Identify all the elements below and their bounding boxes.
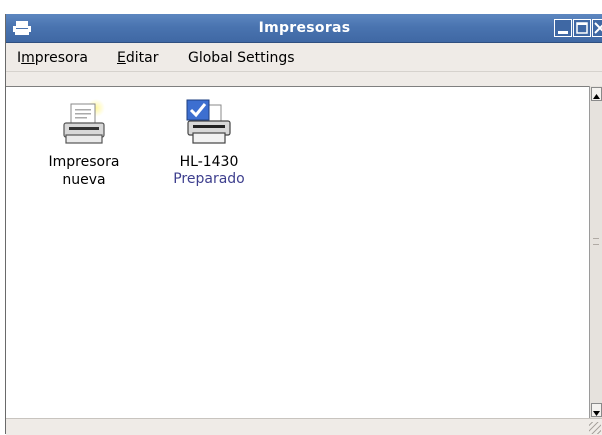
menu-bar: Impresora Editar Global Settings (6, 43, 602, 72)
minimize-button[interactable] (554, 19, 572, 37)
printer-item-new[interactable]: Impresora nueva (29, 99, 139, 189)
window-title: Impresoras (258, 20, 351, 36)
printer-icon-view[interactable]: Impresora nueva HL-1430 Preparado (6, 86, 589, 419)
resize-grip-icon[interactable] (589, 422, 601, 434)
printer-name-line2: nueva (62, 172, 106, 188)
default-printer-icon (186, 99, 231, 144)
status-bar (6, 418, 602, 435)
title-bar[interactable]: Impresoras (6, 14, 602, 43)
menu-impresora-label: Impresora (17, 50, 88, 66)
scroll-down-button[interactable] (591, 403, 602, 417)
scroll-up-button[interactable] (591, 87, 602, 101)
maximize-button[interactable] (573, 19, 591, 37)
menu-global-settings-label: Global Settings (188, 50, 295, 66)
printer-name-line1: Impresora (48, 154, 120, 170)
printers-window: Impresoras Impresora Editar Global Setti… (5, 14, 602, 435)
vertical-scrollbar[interactable] (589, 86, 602, 418)
minimize-icon (558, 31, 568, 34)
scroll-grip[interactable] (593, 238, 599, 245)
printer-name: HL-1430 (179, 154, 239, 170)
menu-editar-label: Editar (117, 50, 159, 66)
close-icon (594, 22, 602, 34)
menu-global-settings[interactable]: Global Settings (188, 50, 295, 66)
menu-editar[interactable]: Editar (117, 50, 158, 66)
arrow-up-icon (593, 94, 600, 99)
printer-status: Preparado (173, 171, 245, 187)
menu-impresora[interactable]: Impresora (17, 50, 88, 66)
new-printer-icon (63, 99, 105, 144)
close-button[interactable] (592, 19, 602, 37)
maximize-icon (576, 22, 588, 34)
printer-item-hl1430[interactable]: HL-1430 Preparado (154, 99, 264, 188)
